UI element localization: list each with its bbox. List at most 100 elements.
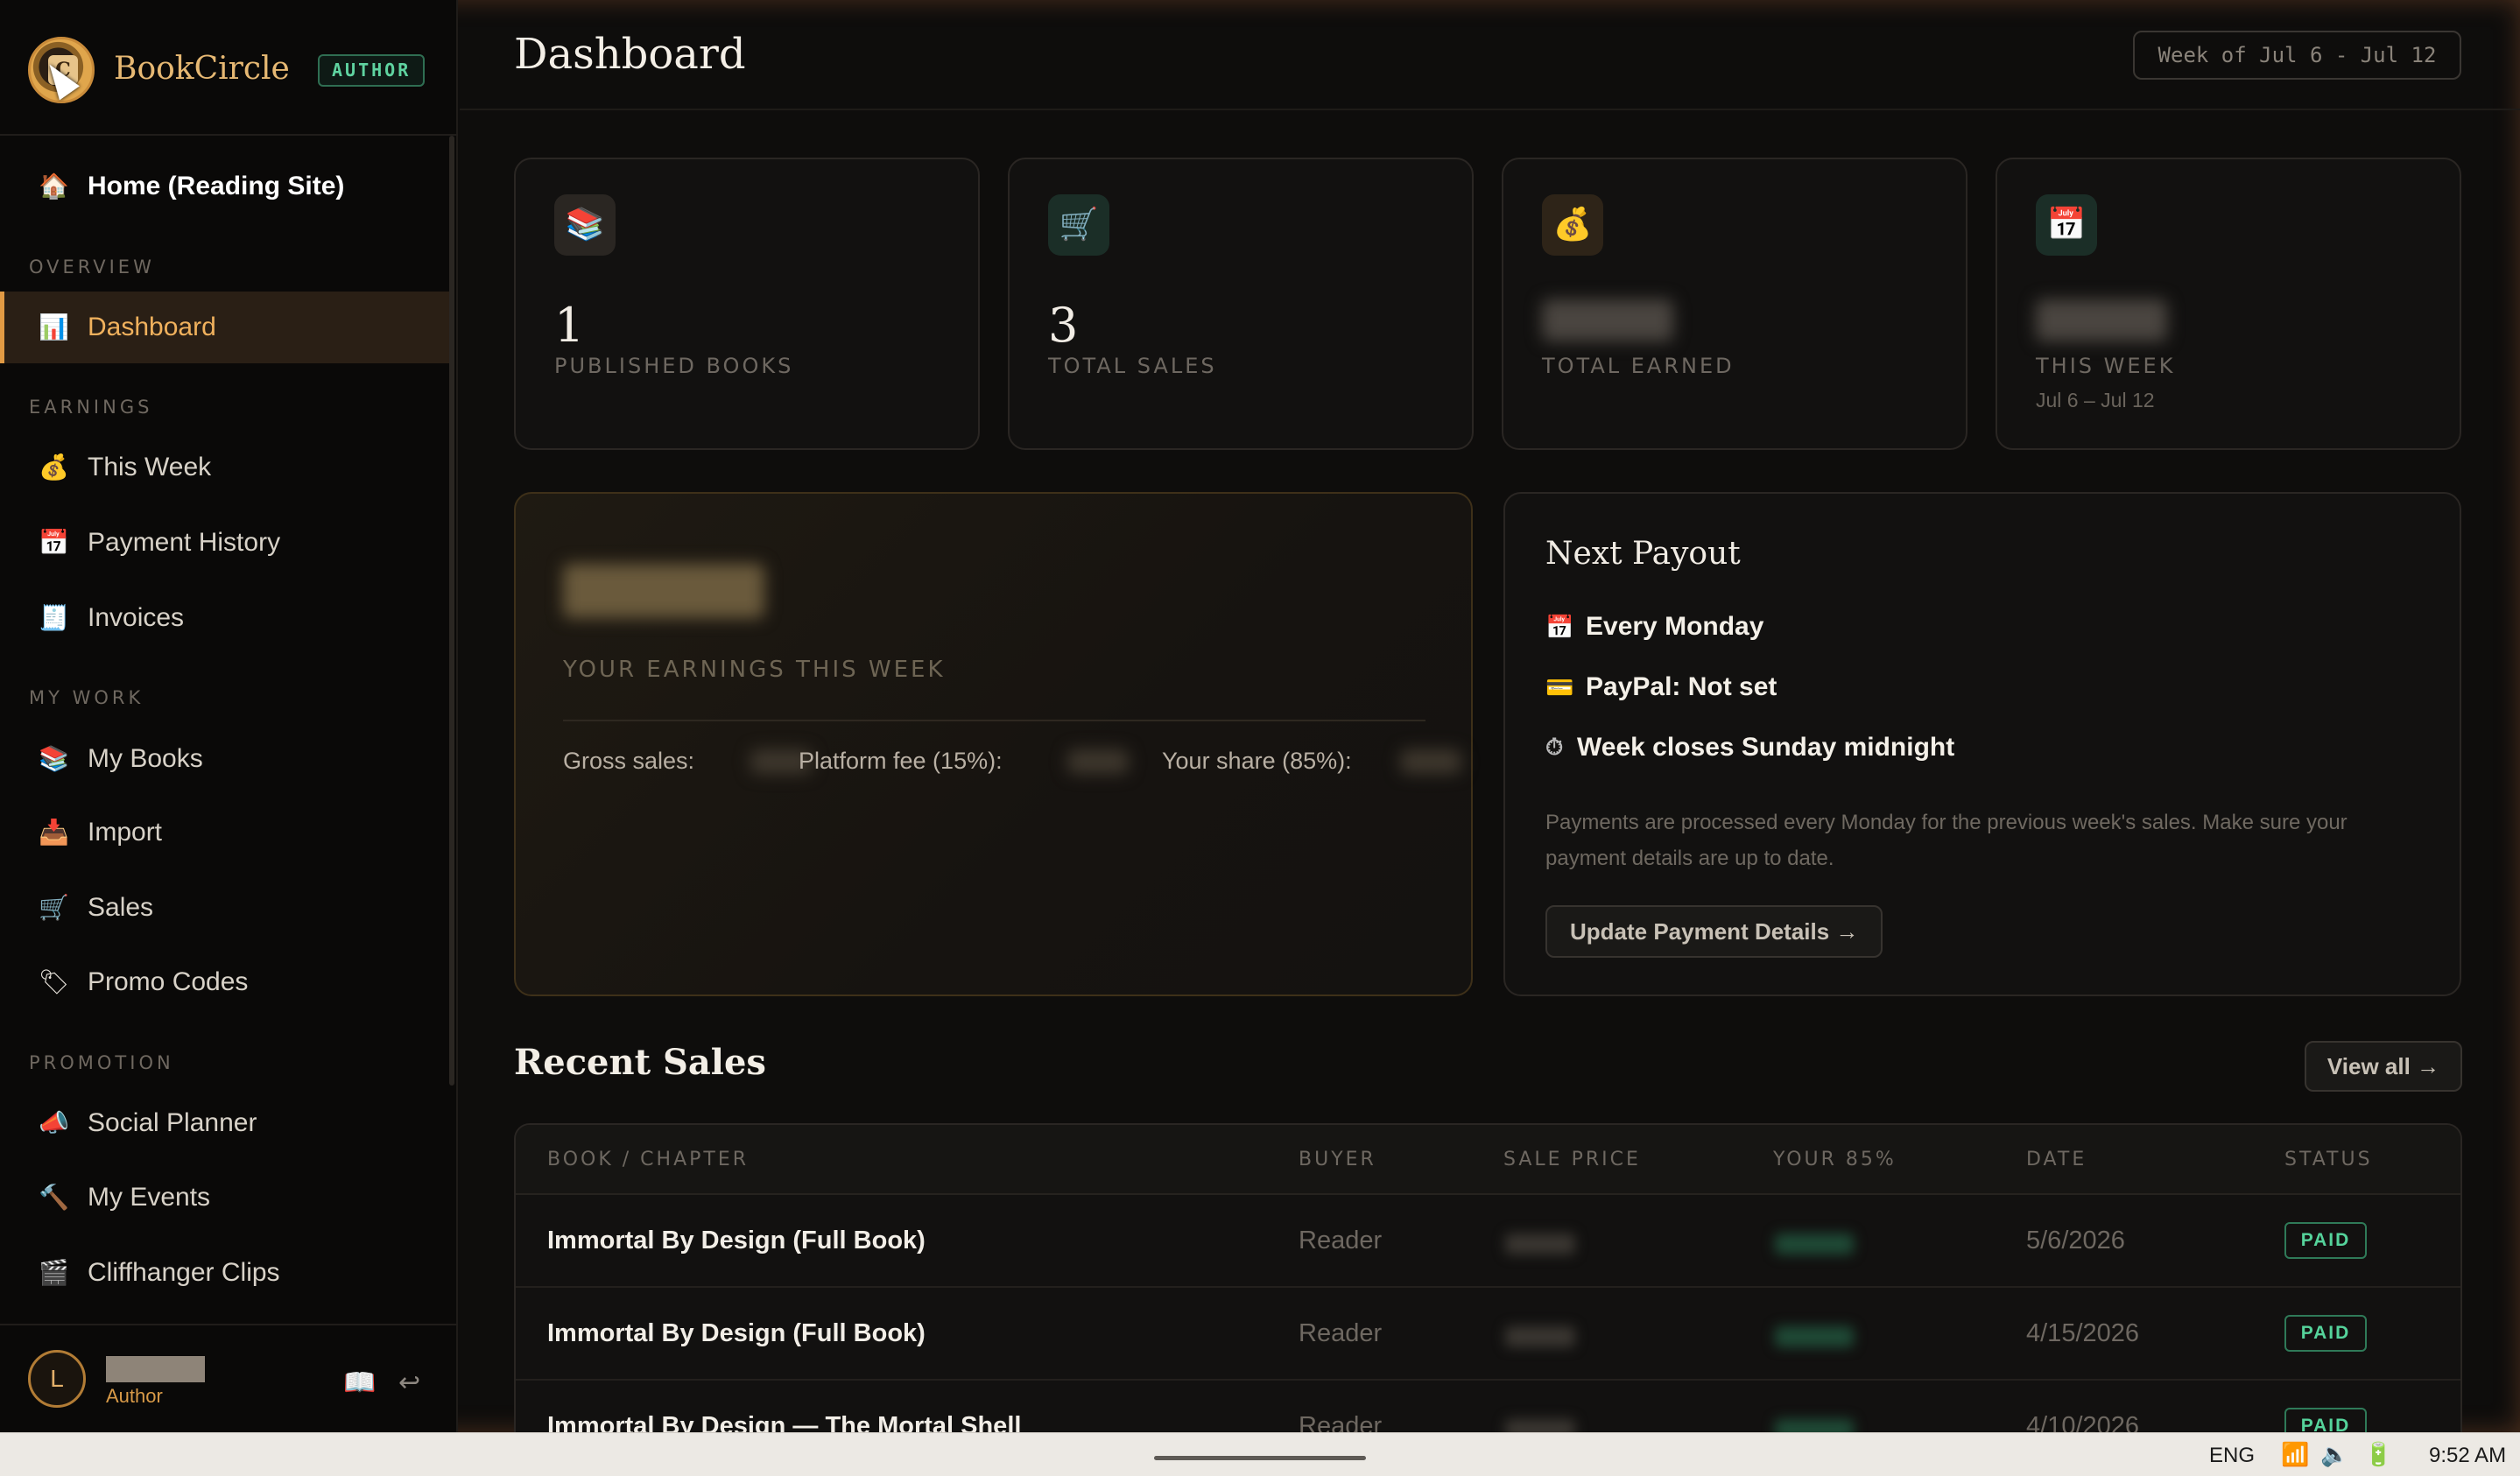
payout-schedule-text: Every Monday (1586, 612, 1764, 641)
next-payout-card: Next Payout 📅 Every Monday 💳 PayPal: Not… (1503, 492, 2461, 996)
sidebar-item-label: Cliffhanger Clips (88, 1258, 280, 1287)
books-icon: 📚 (554, 194, 616, 256)
sidebar-item-label: Sales (88, 893, 154, 922)
house-icon: 🏠 (39, 172, 69, 200)
redacted-your-share (1775, 1419, 1854, 1432)
stat-sub: Jul 6 – Jul 12 (2036, 389, 2155, 411)
sidebar-item-promo-codes[interactable]: 🏷 Promo Codes (0, 946, 451, 1018)
table-header: BOOK / CHAPTER BUYER SALE PRICE YOUR 85%… (516, 1125, 2460, 1195)
timer-icon: ⏱ (1545, 734, 1564, 760)
cart-icon: 🛒 (1048, 194, 1109, 256)
section-label-overview: OVERVIEW (29, 257, 155, 278)
update-payment-details-button[interactable]: Update Payment Details → (1545, 905, 1883, 958)
logout-icon[interactable]: ↩ (398, 1367, 420, 1398)
inbox-tray-icon: 📥 (39, 818, 69, 847)
column-header[interactable]: BUYER (1299, 1149, 1376, 1170)
sale-date: 4/15/2026 (2026, 1319, 2140, 1347)
clock[interactable]: 9:52 AM (2429, 1444, 2506, 1468)
sidebar-item-label: Invoices (88, 603, 185, 632)
book-title[interactable]: Immortal By Design (Full Book) (547, 1226, 926, 1255)
sale-date: 5/6/2026 (2026, 1226, 2125, 1255)
section-label-my-work: MY WORK (29, 687, 144, 708)
status-badge: PAID (2284, 1408, 2367, 1432)
user-role: Author (106, 1385, 163, 1407)
sidebar-item-label: Promo Codes (88, 967, 249, 996)
sidebar-item-invoices[interactable]: 🧾 Invoices (0, 582, 451, 654)
week-range-badge: Week of Jul 6 - Jul 12 (2133, 31, 2461, 80)
column-header[interactable]: STATUS (2284, 1149, 2373, 1170)
sidebar: C BookCircle AUTHOR 🏠 Home (Reading Site… (0, 0, 458, 1432)
sidebar-item-my-books[interactable]: 📚 My Books (0, 723, 451, 795)
sidebar-footer: L Author 📖 ↩ (0, 1324, 458, 1432)
calendar-icon: 📅 (1545, 613, 1574, 640)
sidebar-item-this-week[interactable]: 💰 This Week (0, 432, 451, 503)
sidebar-item-label: Payment History (88, 528, 281, 557)
sidebar-item-home[interactable]: 🏠 Home (Reading Site) (0, 151, 451, 222)
sidebar-item-label: Import (88, 818, 163, 847)
redacted-sale-price (1505, 1234, 1575, 1255)
redacted-value (2036, 299, 2167, 341)
buyer: Reader (1299, 1412, 1383, 1432)
wifi-icon[interactable]: 📶 (2281, 1442, 2309, 1468)
brand-name[interactable]: BookCircle (114, 51, 290, 87)
redacted-your-share (1775, 1326, 1854, 1347)
language-indicator[interactable]: ENG (2209, 1444, 2255, 1468)
view-all-button[interactable]: View all → (2305, 1041, 2462, 1092)
redacted-value (1542, 299, 1673, 341)
sidebar-item-my-events[interactable]: 🔨 My Events (0, 1162, 451, 1234)
column-header[interactable]: SALE PRICE (1503, 1149, 1641, 1170)
sidebar-item-social-planner[interactable]: 📣 Social Planner (0, 1087, 451, 1159)
books-icon: 📚 (39, 744, 69, 773)
gavel-icon: 🔨 (39, 1183, 69, 1212)
sidebar-item-payment-history[interactable]: 📅 Payment History (0, 507, 451, 579)
sidebar-item-import[interactable]: 📥 Import (0, 797, 451, 868)
stat-value: 3 (1048, 298, 1079, 353)
stat-card-published-books: 📚 1 PUBLISHED BOOKS (514, 158, 980, 450)
sidebar-item-cliffhanger-clips[interactable]: 🎬 Cliffhanger Clips (0, 1237, 451, 1309)
book-title[interactable]: Immortal By Design — The Mortal Shell (547, 1412, 1021, 1432)
page-title: Dashboard (514, 30, 746, 79)
column-header[interactable]: BOOK / CHAPTER (547, 1149, 749, 1170)
stat-card-this-week: 📅 THIS WEEK Jul 6 – Jul 12 (1996, 158, 2461, 450)
stat-label: TOTAL EARNED (1542, 354, 1735, 378)
tag-icon: 🏷 (39, 967, 70, 996)
avatar[interactable]: L (28, 1350, 86, 1408)
redacted-your-share (1775, 1234, 1854, 1255)
top-bar: Dashboard Week of Jul 6 - Jul 12 (460, 0, 2520, 110)
column-header[interactable]: YOUR 85% (1773, 1149, 1897, 1170)
clapperboard-icon: 🎬 (39, 1258, 69, 1287)
sidebar-item-label: This Week (88, 453, 212, 481)
sidebar-item-label: Social Planner (88, 1108, 257, 1137)
megaphone-icon: 📣 (39, 1108, 69, 1137)
gross-sales-label: Gross sales: (563, 748, 695, 774)
divider (563, 720, 1425, 721)
book-title[interactable]: Immortal By Design (Full Book) (547, 1319, 926, 1348)
recent-sales-title: Recent Sales (514, 1042, 766, 1083)
battery-icon[interactable]: 🔋 (2364, 1442, 2392, 1468)
payout-paypal-text: PayPal: Not set (1586, 672, 1777, 701)
sale-date: 4/10/2026 (2026, 1412, 2140, 1432)
sidebar-item-sales[interactable]: 🛒 Sales (0, 872, 451, 944)
your-share-label: Your share (85%): (1162, 748, 1352, 774)
sidebar-item-dashboard[interactable]: 📊 Dashboard (0, 292, 451, 363)
cart-icon: 🛒 (39, 893, 69, 922)
table-row[interactable]: Immortal By Design (Full Book) Reader 5/… (516, 1195, 2460, 1288)
payout-note: Payments are processed every Monday for … (1545, 811, 2348, 870)
column-header[interactable]: DATE (2026, 1149, 2087, 1170)
stat-card-total-sales: 🛒 3 TOTAL SALES (1008, 158, 1474, 450)
buyer: Reader (1299, 1319, 1383, 1347)
sidebar-scrollbar[interactable] (449, 136, 454, 1086)
volume-icon[interactable]: 🔈 (2320, 1442, 2348, 1468)
stat-label: THIS WEEK (2036, 354, 2176, 378)
stat-value: 1 (554, 298, 585, 353)
sidebar-item-label: My Events (88, 1183, 211, 1212)
open-book-icon[interactable]: 📖 (343, 1367, 376, 1398)
app-window: C BookCircle AUTHOR 🏠 Home (Reading Site… (0, 0, 2520, 1432)
home-handle[interactable] (1154, 1456, 1366, 1460)
main-content: Dashboard Week of Jul 6 - Jul 12 📚 1 PUB… (460, 0, 2520, 1432)
platform-fee-label: Platform fee (15%): (799, 748, 1003, 774)
table-row[interactable]: Immortal By Design (Full Book) Reader 4/… (516, 1288, 2460, 1381)
status-badge: PAID (2284, 1315, 2367, 1352)
table-row[interactable]: Immortal By Design — The Mortal Shell Re… (516, 1381, 2460, 1432)
sidebar-item-label: My Books (88, 744, 203, 773)
